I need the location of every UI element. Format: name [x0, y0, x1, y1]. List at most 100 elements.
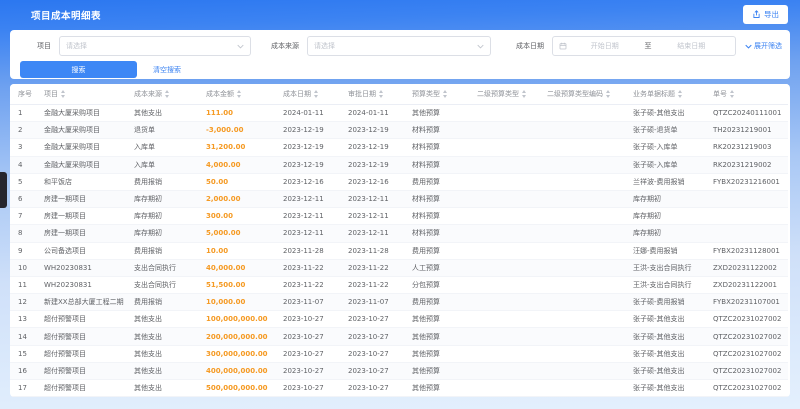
table-cell: 4,000.00 [198, 156, 275, 174]
table-cell: QTZC20231027002 [705, 310, 788, 329]
table-card: 序号 项目 成本来源 成本金额 成本日期 审批日期 预算类型 二级预算类型 二级预算类型编码 业务… [10, 84, 790, 397]
table-cell: 2023-12-19 [340, 138, 404, 157]
table-cell: 公司备选项目 [36, 242, 126, 260]
table-cell [539, 362, 625, 381]
table-cell: 费用报销 [126, 173, 198, 191]
cost-source-select[interactable]: 请选择 [307, 36, 491, 56]
table-cell: 和平饭店 [36, 173, 126, 191]
column-header[interactable]: 单号 [705, 84, 788, 105]
table-cell: 11 [10, 276, 36, 295]
table-cell: 费用预算 [404, 242, 469, 260]
table-cell: QTZC20231027002 [705, 327, 788, 346]
table-cell: ZXD20231122001 [705, 276, 788, 295]
table-cell: 17 [10, 379, 36, 397]
filter-row: 项目 请选择 成本来源 请选择 成本日期 开始日期 至 结束日期 展开筛选 [10, 36, 790, 56]
table-cell: 111.00 [198, 104, 275, 123]
table-cell: 2 [10, 121, 36, 140]
table-cell: TH20231219001 [705, 121, 788, 140]
table-cell: 费用预算 [404, 173, 469, 191]
table-cell [469, 327, 539, 346]
table-cell: 2023-12-19 [275, 156, 340, 174]
sort-carets-icon[interactable] [379, 90, 383, 98]
table-cell: WH20230831 [36, 259, 126, 277]
column-header[interactable]: 成本日期 [275, 84, 340, 105]
table-cell: 张子硕-其他支出 [625, 310, 705, 329]
table-cell [539, 259, 625, 277]
table-cell: 超付预警项目 [36, 379, 126, 397]
table-cell: QTZC20231027002 [705, 345, 788, 363]
table-cell: 2023-10-27 [275, 345, 340, 363]
table-row: 15 超付预警项目 其他支出 300,000,000.00 2023-10-27 2023… [10, 345, 788, 363]
table-cell: 张子硕-其他支出 [625, 379, 705, 397]
table-cell: 张子硕-入库单 [625, 156, 705, 174]
column-header-label: 二级预算类型 [477, 90, 519, 98]
expand-filters-link[interactable]: 展开筛选 [745, 41, 782, 51]
filter-card: 项目 请选择 成本来源 请选择 成本日期 开始日期 至 结束日期 展开筛选 搜索… [10, 30, 790, 79]
table-cell: 其他支出 [126, 327, 198, 346]
table-row: 12 新建XX总部大厦工程二期 费用报销 10,000.00 2023-11-07 202… [10, 293, 788, 312]
table-row: 9 公司备选项目 费用报销 10.00 2023-11-28 2023-11-28 费用预算… [10, 242, 788, 260]
table-cell: 2023-11-07 [340, 293, 404, 312]
table-cell: 2023-12-19 [340, 156, 404, 174]
table-cell: RK20231219003 [705, 138, 788, 157]
table-cell: 2023-11-07 [275, 293, 340, 312]
table-row: 5 和平饭店 费用报销 50.00 2023-12-16 2023-12-16 费用预算 兰祥… [10, 173, 788, 191]
sort-carets-icon[interactable] [443, 90, 447, 98]
column-header[interactable]: 项目 [36, 84, 126, 105]
project-select[interactable]: 请选择 [59, 36, 251, 56]
table-cell: 张子硕-退货单 [625, 121, 705, 140]
search-button[interactable]: 搜索 [20, 61, 137, 78]
table-cell: 分包预算 [404, 276, 469, 295]
column-header[interactable]: 业务单据标题 [625, 84, 705, 105]
table-cell: 库存期初 [126, 190, 198, 209]
drawer-handle[interactable] [0, 172, 7, 208]
sort-carets-icon[interactable] [314, 90, 318, 98]
column-header[interactable]: 成本金额 [198, 84, 275, 105]
sort-carets-icon[interactable] [61, 90, 65, 98]
table-cell: 其他预算 [404, 379, 469, 397]
table-cell: 库存期初 [126, 207, 198, 226]
table-cell: 2023-12-11 [275, 224, 340, 243]
export-button[interactable]: 导出 [743, 5, 788, 24]
filter-actions-row: 搜索 清空搜索 [10, 61, 790, 78]
column-header[interactable]: 成本来源 [126, 84, 198, 105]
clear-search-link[interactable]: 清空搜索 [153, 65, 181, 75]
table-cell: 支出合同执行 [126, 276, 198, 295]
table-cell [469, 345, 539, 363]
table-cell: 2024-01-11 [275, 104, 340, 123]
table-cell [539, 207, 625, 226]
table-cell: -3,000.00 [198, 121, 275, 140]
sort-carets-icon[interactable] [522, 90, 526, 98]
column-header-label: 业务单据标题 [633, 90, 675, 98]
table-cell: 8 [10, 224, 36, 243]
table-cell: 材料预算 [404, 207, 469, 226]
sort-carets-icon[interactable] [606, 90, 610, 98]
table-cell: 16 [10, 362, 36, 381]
table-cell: 费用报销 [126, 293, 198, 312]
column-header[interactable]: 审批日期 [340, 84, 404, 105]
table-row: 14 超付预警项目 其他支出 200,000,000.00 2023-10-27 2023… [10, 327, 788, 346]
project-filter-label: 项目 [37, 42, 51, 50]
sort-carets-icon[interactable] [730, 90, 734, 98]
column-header-label: 序号 [18, 90, 32, 98]
table-cell: 支出合同执行 [126, 259, 198, 277]
table-cell [539, 379, 625, 397]
chevron-down-icon [745, 44, 752, 49]
table-header-row: 序号 项目 成本来源 成本金额 成本日期 审批日期 预算类型 二级预算类型 二级预算类型编码 业务… [10, 84, 788, 105]
table-cell [539, 242, 625, 260]
column-header[interactable]: 二级预算类型 [469, 84, 539, 105]
sort-carets-icon[interactable] [237, 90, 241, 98]
column-header[interactable]: 二级预算类型编码 [539, 84, 625, 105]
table-cell: 10.00 [198, 242, 275, 260]
table-row: 8 房建一期项目 库存期初 5,000.00 2023-12-11 2023-12-11 材… [10, 224, 788, 243]
sort-carets-icon[interactable] [165, 90, 169, 98]
table-cell [539, 121, 625, 140]
cost-date-range-input[interactable]: 开始日期 至 结束日期 [552, 36, 736, 56]
column-header[interactable]: 预算类型 [404, 84, 469, 105]
table-cell: 2023-10-27 [340, 310, 404, 329]
table-cell: 2023-12-16 [340, 173, 404, 191]
sort-carets-icon[interactable] [678, 90, 682, 98]
table-cell: 5,000.00 [198, 224, 275, 243]
table-cell: 兰祥波-费用报销 [625, 173, 705, 191]
table-cell: 6 [10, 190, 36, 209]
